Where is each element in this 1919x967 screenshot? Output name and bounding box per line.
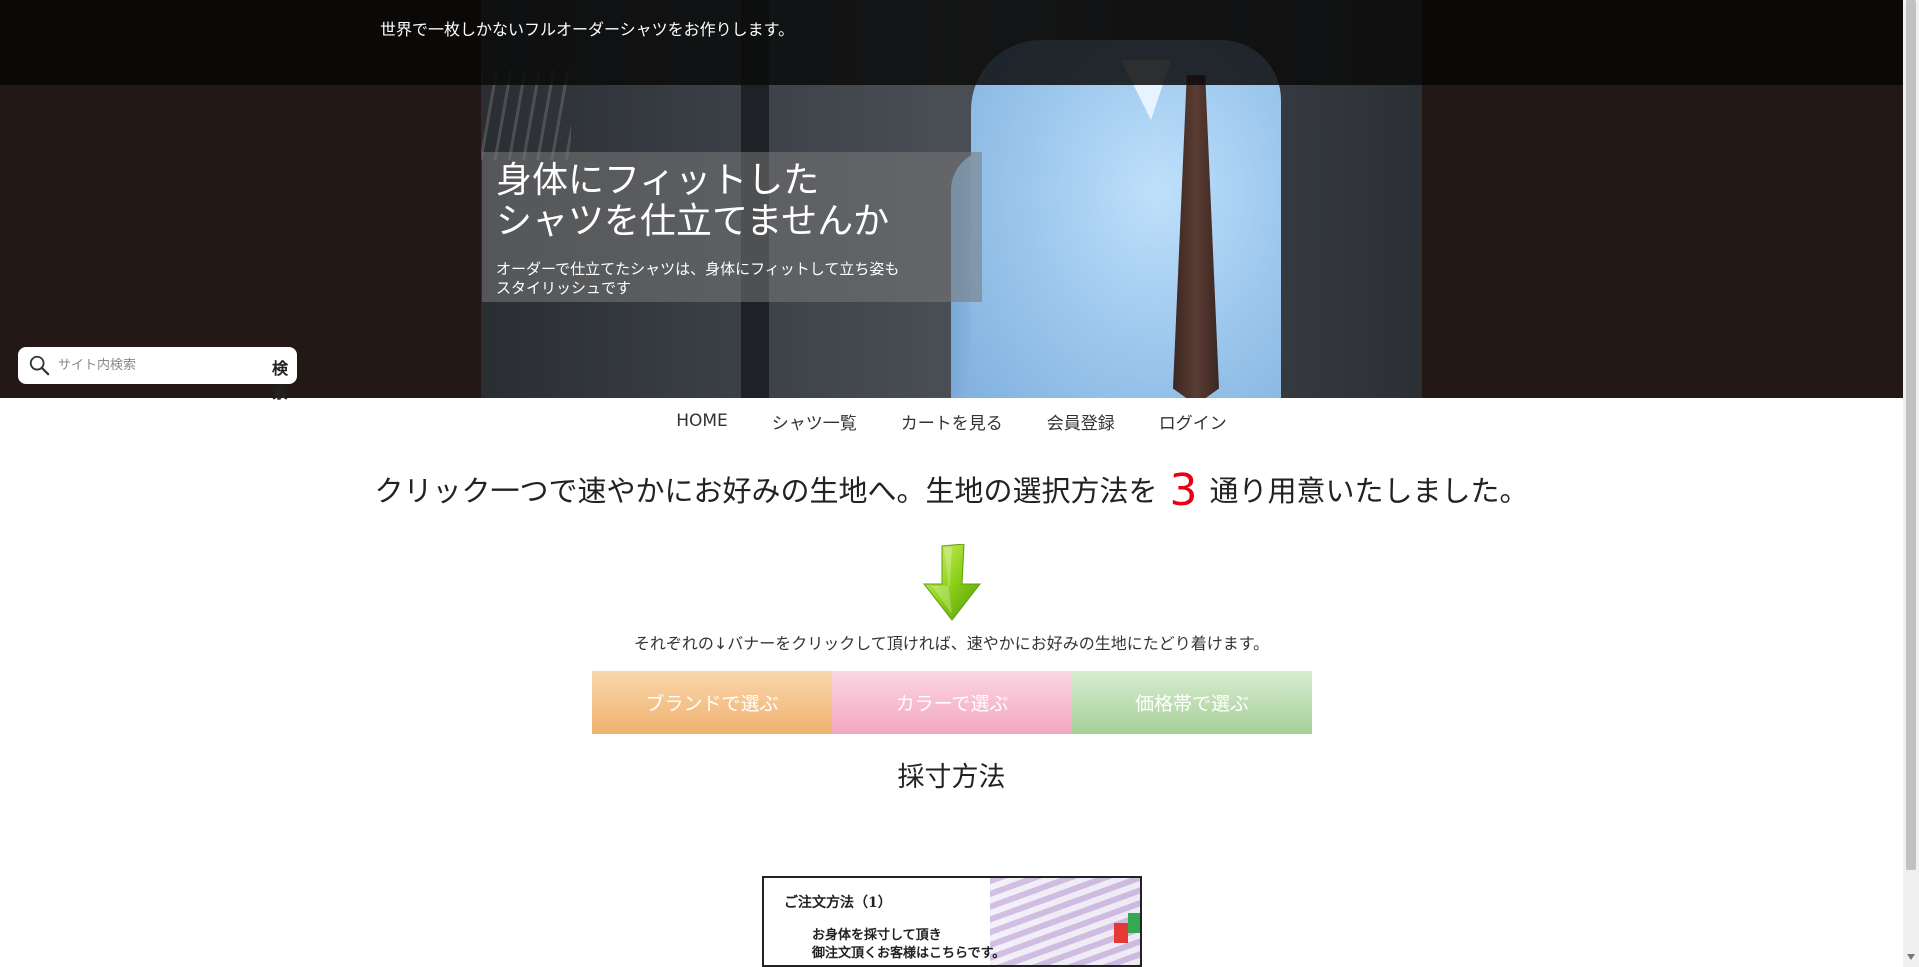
headline-text-after: 通り用意いたしました。 [1209, 474, 1529, 508]
order-card-line1: お身体を採寸して頂き [812, 928, 942, 943]
decoration-red [1114, 923, 1128, 943]
banner-instruction: それぞれの↓バナーをクリックして頂ければ、速やかにお好みの生地にたどり着けます。 [633, 634, 1270, 653]
hero-subtitle-line1: オーダーで仕立てたシャツは、身体にフィットして立ち姿も [496, 260, 900, 278]
headline-text-before: クリック一つで速やかにお好みの生地へ。生地の選択方法を [374, 474, 1158, 508]
fabric-selection-banners: ブランドで選ぶ カラーで選ぶ 価格帯で選ぶ [592, 671, 1312, 734]
banner-color[interactable]: カラーで選ぶ [832, 671, 1072, 734]
banner-brand[interactable]: ブランドで選ぶ [592, 671, 832, 734]
scrollbar-thumb[interactable] [1906, 0, 1916, 870]
page-headline: クリック一つで速やかにお好みの生地へ。生地の選択方法を 3 通り用意いたしました。 [0, 465, 1903, 516]
order-method-card[interactable]: ご注文方法（1） お身体を採寸して頂き 御注文頂くお客様はこちらです。 [762, 876, 1142, 967]
shirt-stripe-image [990, 878, 1140, 965]
search-input[interactable] [58, 354, 258, 376]
nav-item-login[interactable]: ログイン [1137, 409, 1249, 434]
section-title-measurement: 採寸方法 [897, 762, 1006, 793]
scroll-down-arrow-icon[interactable] [1906, 953, 1916, 961]
main-nav: HOME シャツ一覧 カートを見る 会員登録 ログイン [0, 398, 1903, 444]
headline-number: 3 [1169, 465, 1198, 516]
decoration-green [1128, 913, 1140, 933]
hero-title-line1: 身体にフィットした [496, 160, 820, 201]
nav-item-home[interactable]: HOME [654, 411, 750, 431]
site-tagline: 世界で一枚しかないフルオーダーシャツをお作りします。 [380, 20, 795, 39]
hero-top-overlay [481, 0, 1422, 85]
hero-title: 身体にフィットした シャツを仕立てませんか [496, 160, 968, 242]
hero-subtitle: オーダーで仕立てたシャツは、身体にフィットして立ち姿も スタイリッシュです [496, 260, 968, 298]
nav-item-shirt-list[interactable]: シャツ一覧 [750, 409, 879, 434]
hero-title-line2: シャツを仕立てませんか [496, 201, 890, 242]
hero-caption: 身体にフィットした シャツを仕立てませんか オーダーで仕立てたシャツは、身体にフ… [482, 152, 982, 302]
hero-subtitle-line2: スタイリッシュです [496, 279, 632, 297]
order-card-line2: 御注文頂くお客様はこちらです。 [812, 946, 1006, 961]
site-search: 検索 [18, 347, 297, 402]
order-card-title: ご注文方法（1） [784, 895, 892, 911]
down-arrow-icon [922, 544, 982, 621]
search-icon [29, 355, 50, 376]
nav-item-cart[interactable]: カートを見る [879, 409, 1025, 434]
banner-price[interactable]: 価格帯で選ぶ [1072, 671, 1312, 734]
nav-item-register[interactable]: 会員登録 [1025, 409, 1137, 434]
search-button[interactable]: 検索 [272, 355, 297, 403]
